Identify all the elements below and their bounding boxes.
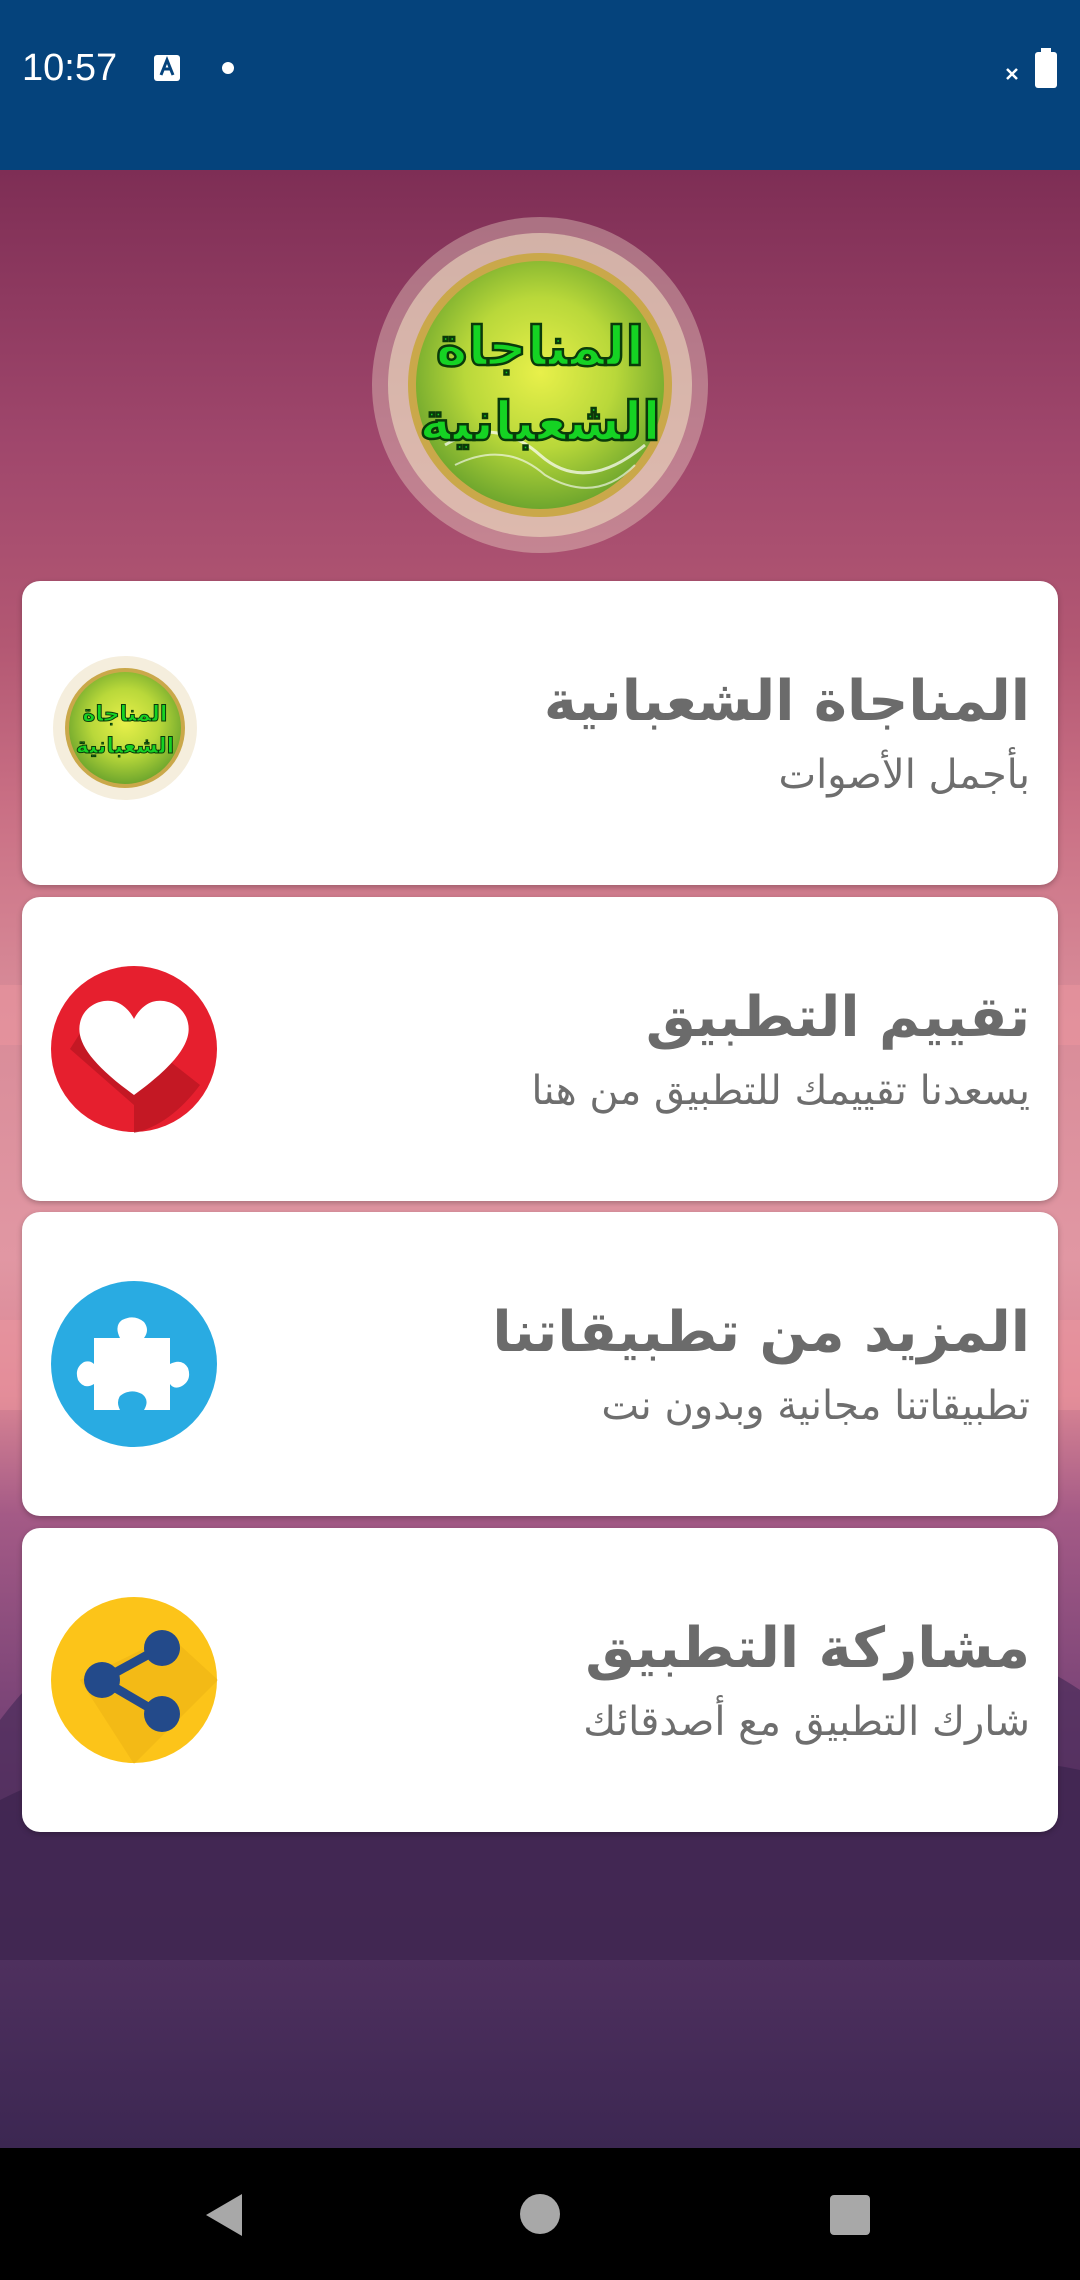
card-subtitle: شارك التطبيق مع أصدقائك (583, 1699, 1030, 1745)
card-rate-app[interactable]: تقييم التطبيق يسعدنا تقييمك للتطبيق من ه… (22, 897, 1058, 1201)
card-title: المناجاة الشعبانية (543, 669, 1030, 734)
card-subtitle: بأجمل الأصوات (778, 752, 1030, 798)
no-signal-x-icon (1006, 68, 1018, 80)
card-share-app[interactable]: مشاركة التطبيق شارك التطبيق مع أصدقائك (22, 1528, 1058, 1832)
header-logo: المناجاة الشعبانية (372, 217, 708, 553)
app-logo-icon: المناجاة الشعبانية (53, 656, 197, 800)
card-title: تقييم التطبيق (645, 985, 1030, 1050)
status-bar: 10:57 (0, 0, 1080, 170)
notification-dot-icon (222, 62, 234, 74)
heart-icon (51, 966, 217, 1133)
share-icon (51, 1597, 218, 1764)
logo-text-line1: المناجاة (436, 315, 644, 378)
card-munajat[interactable]: المناجاة الشعبانية بأجمل الأصوات المناجا… (22, 581, 1058, 885)
logo-text-line2: الشعبانية (419, 390, 661, 453)
home-icon[interactable] (520, 2194, 560, 2234)
card-title: المزيد من تطبيقاتنا (492, 1300, 1030, 1365)
status-time: 10:57 (22, 47, 118, 89)
battery-icon (1035, 48, 1057, 88)
back-icon[interactable] (204, 2192, 244, 2238)
card-title: مشاركة التطبيق (585, 1616, 1030, 1681)
recents-icon[interactable] (830, 2195, 870, 2235)
small-logo-text-line2: الشعبانية (76, 734, 174, 759)
puzzle-icon (51, 1281, 217, 1447)
card-more-apps[interactable]: المزيد من تطبيقاتنا تطبيقاتنا مجانية وبد… (22, 1212, 1058, 1516)
card-subtitle: تطبيقاتنا مجانية وبدون نت (601, 1383, 1030, 1429)
card-subtitle: يسعدنا تقييمك للتطبيق من هنا (531, 1068, 1030, 1114)
accessibility-a-icon (154, 55, 180, 81)
small-logo-text-line1: المناجاة (83, 702, 168, 727)
